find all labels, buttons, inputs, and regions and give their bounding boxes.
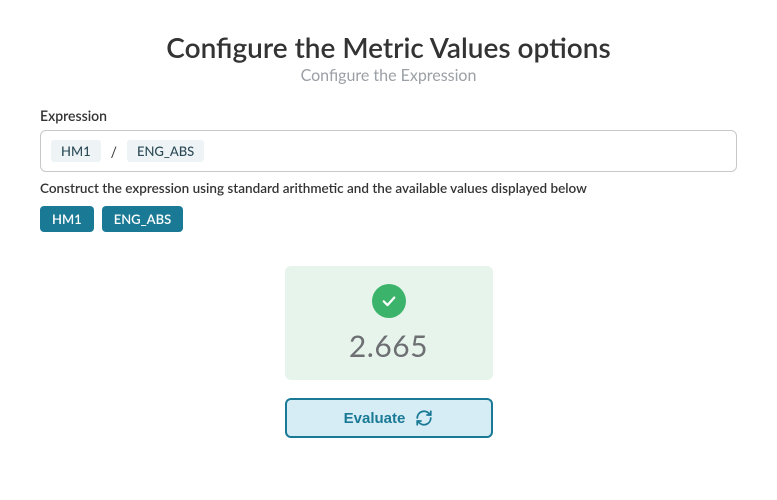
evaluate-button-label: Evaluate	[344, 410, 406, 427]
evaluate-button[interactable]: Evaluate	[285, 398, 493, 438]
expression-input[interactable]: HM1 / ENG_ABS	[40, 130, 737, 172]
success-icon	[372, 284, 406, 318]
available-values-row: HM1 ENG_ABS	[40, 206, 737, 232]
page-title: Configure the Metric Values options	[40, 30, 737, 64]
expression-token[interactable]: ENG_ABS	[127, 140, 204, 162]
result-card: 2.665	[285, 266, 493, 380]
expression-operator[interactable]: /	[109, 143, 119, 160]
expression-hint: Construct the expression using standard …	[40, 180, 737, 196]
expression-token[interactable]: HM1	[51, 140, 101, 162]
refresh-icon	[415, 409, 433, 427]
expression-label: Expression	[40, 107, 737, 124]
available-value-chip[interactable]: HM1	[40, 206, 94, 232]
result-value: 2.665	[349, 328, 428, 364]
available-value-chip[interactable]: ENG_ABS	[102, 206, 183, 232]
page-subtitle: Configure the Expression	[40, 66, 737, 85]
